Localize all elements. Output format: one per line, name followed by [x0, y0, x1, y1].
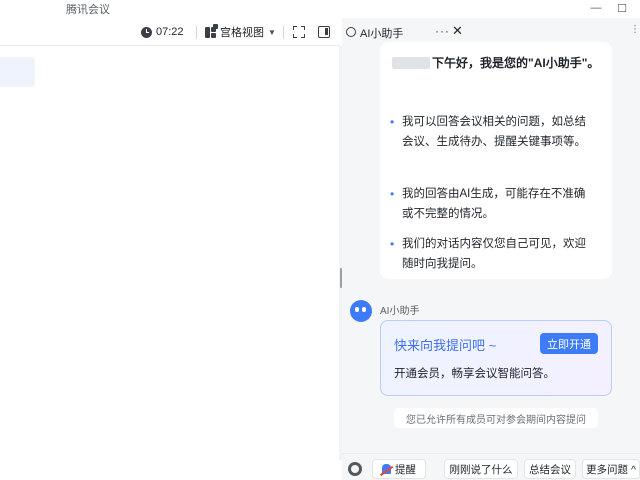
view-mode-dropdown[interactable]: 宫格视图 ▼: [205, 18, 276, 46]
ai-tab-label: AI小助手: [360, 28, 404, 40]
meeting-time: 07:22: [156, 26, 184, 38]
remind-button[interactable]: 提醒: [372, 459, 426, 479]
ai-assistant-icon: [346, 27, 356, 37]
bot-name: AI小助手: [380, 306, 420, 317]
toolbar-divider: [283, 26, 284, 39]
grid-view-icon: [205, 23, 218, 38]
panel-more-icon[interactable]: ⋮: [630, 24, 640, 35]
intro-bullet: 我们的对话内容仅您自己可见，欢迎随时向我提问。: [390, 234, 596, 274]
window-titlebar: 腾讯会议 — ☐: [0, 0, 640, 18]
meeting-timer: 07:22: [141, 18, 184, 46]
meeting-toolbar: 07:22 宫格视图 ▼: [0, 18, 340, 46]
greeting-message-card: 下午好，我是您的"AI小助手"。 我可以回答会议相关的问题，如总结会议、生成待办…: [380, 42, 612, 279]
meeting-main-area: [0, 47, 340, 480]
intro-bullet: 我可以回答会议相关的问题，如总结会议、生成待办、提醒关键事项等。: [390, 112, 596, 152]
side-panel-icon: [318, 26, 330, 38]
tab-more-button[interactable]: ···: [435, 24, 450, 38]
bot-avatar-icon: [350, 300, 372, 322]
toggle-side-panel-button[interactable]: [318, 18, 330, 46]
activate-now-button[interactable]: 立即开通: [540, 333, 598, 354]
summarize-button[interactable]: 总结会议: [524, 459, 576, 479]
gear-icon[interactable]: [348, 462, 362, 476]
remind-label: 提醒: [395, 463, 416, 476]
remind-icon: [382, 464, 391, 474]
maximize-button[interactable]: ☐: [611, 0, 633, 16]
selected-item-highlight[interactable]: [0, 57, 35, 87]
promo-title: 快来向我提问吧 ~: [394, 338, 497, 353]
greeting-text: 下午好，我是您的"AI小助手"。: [432, 56, 600, 70]
toolbar-divider: [196, 26, 197, 39]
fullscreen-icon: [293, 26, 305, 38]
ai-assistant-panel: AI小助手 ··· ✕ ⋮ 下午好，我是您的"AI小助手"。 我可以回答会议相关…: [342, 18, 640, 480]
quick-action-bar: 提醒 刚刚说了什么 总结会议 更多问题 ^: [342, 453, 640, 480]
chevron-down-icon: ▼: [268, 27, 276, 37]
close-tab-button[interactable]: ✕: [452, 23, 463, 39]
just-said-button[interactable]: 刚刚说了什么: [444, 459, 518, 479]
clock-icon: [141, 26, 152, 38]
app-title: 腾讯会议: [66, 4, 110, 16]
minimize-button[interactable]: —: [585, 0, 607, 16]
promo-description: 开通会员，畅享会议智能问答。: [394, 368, 555, 380]
membership-promo-card: 快来向我提问吧 ~ 立即开通 开通会员，畅享会议智能问答。: [380, 320, 612, 396]
intro-bullet: 我的回答由AI生成，可能存在不准确或不完整的情况。: [390, 184, 596, 224]
permission-notice: 您已允许所有成员可对参会期间内容提问: [394, 408, 598, 428]
view-mode-label: 宫格视图: [220, 27, 264, 39]
fullscreen-button[interactable]: [293, 18, 305, 46]
more-questions-button[interactable]: 更多问题 ^: [582, 459, 640, 479]
